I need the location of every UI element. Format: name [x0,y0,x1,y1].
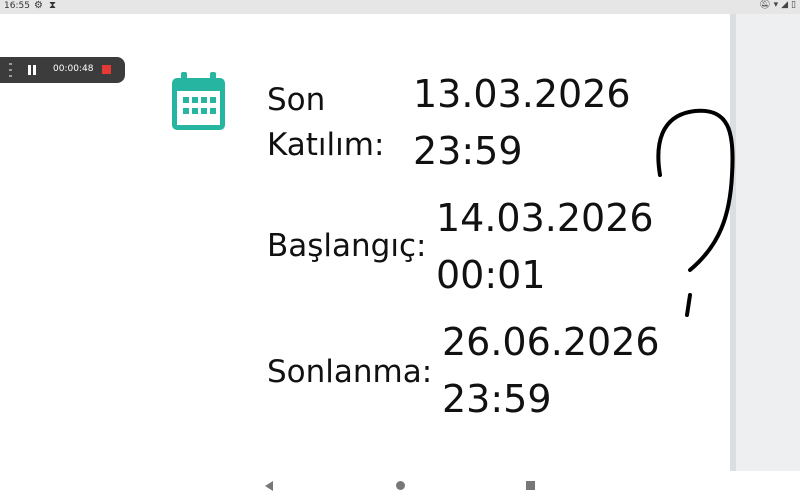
deadline-date: 13.03.2026 [413,72,631,116]
question-mark-scribble [656,108,735,317]
home-icon[interactable] [396,481,405,490]
screen-recorder[interactable]: 00:00:48 [0,57,125,83]
signal-icon: ◢ [781,0,789,10]
deadline-time: 23:59 [413,129,523,173]
status-time: 16:55 [4,1,30,11]
back-icon[interactable] [265,481,273,491]
status-icons-right: 🔕︎ ▾ ◢ ▯ [759,0,796,10]
gear-icon: ⚙ [34,0,43,11]
navigation-bar [0,471,800,501]
deadline-label-line2: Katılım: [267,127,385,163]
recents-icon[interactable] [526,481,535,490]
start-time: 00:01 [436,253,546,297]
calendar-icon [172,72,225,130]
wifi-icon: ▾ [773,0,779,10]
hourglass-icon: ⧗ [48,0,56,11]
pause-icon[interactable] [28,65,37,75]
end-time: 23:59 [442,377,552,421]
mute-icon: 🔕︎ [759,0,771,10]
start-label: Başlangıç: [267,228,427,264]
deadline-label-line1: Son [267,82,326,118]
stop-icon[interactable] [102,65,111,74]
status-icons-left: ⚙ ⧗ [34,0,56,11]
recording-elapsed-time: 00:00:48 [53,64,94,74]
status-bar: 16:55 ⚙ ⧗ 🔕︎ ▾ ◢ ▯ [0,0,800,14]
side-panel [730,14,800,471]
end-date: 26.06.2026 [442,320,660,364]
start-date: 14.03.2026 [436,196,654,240]
drag-handle-icon[interactable] [9,63,13,77]
end-label: Sonlanma: [267,354,433,390]
battery-icon: ▯ [791,0,796,10]
